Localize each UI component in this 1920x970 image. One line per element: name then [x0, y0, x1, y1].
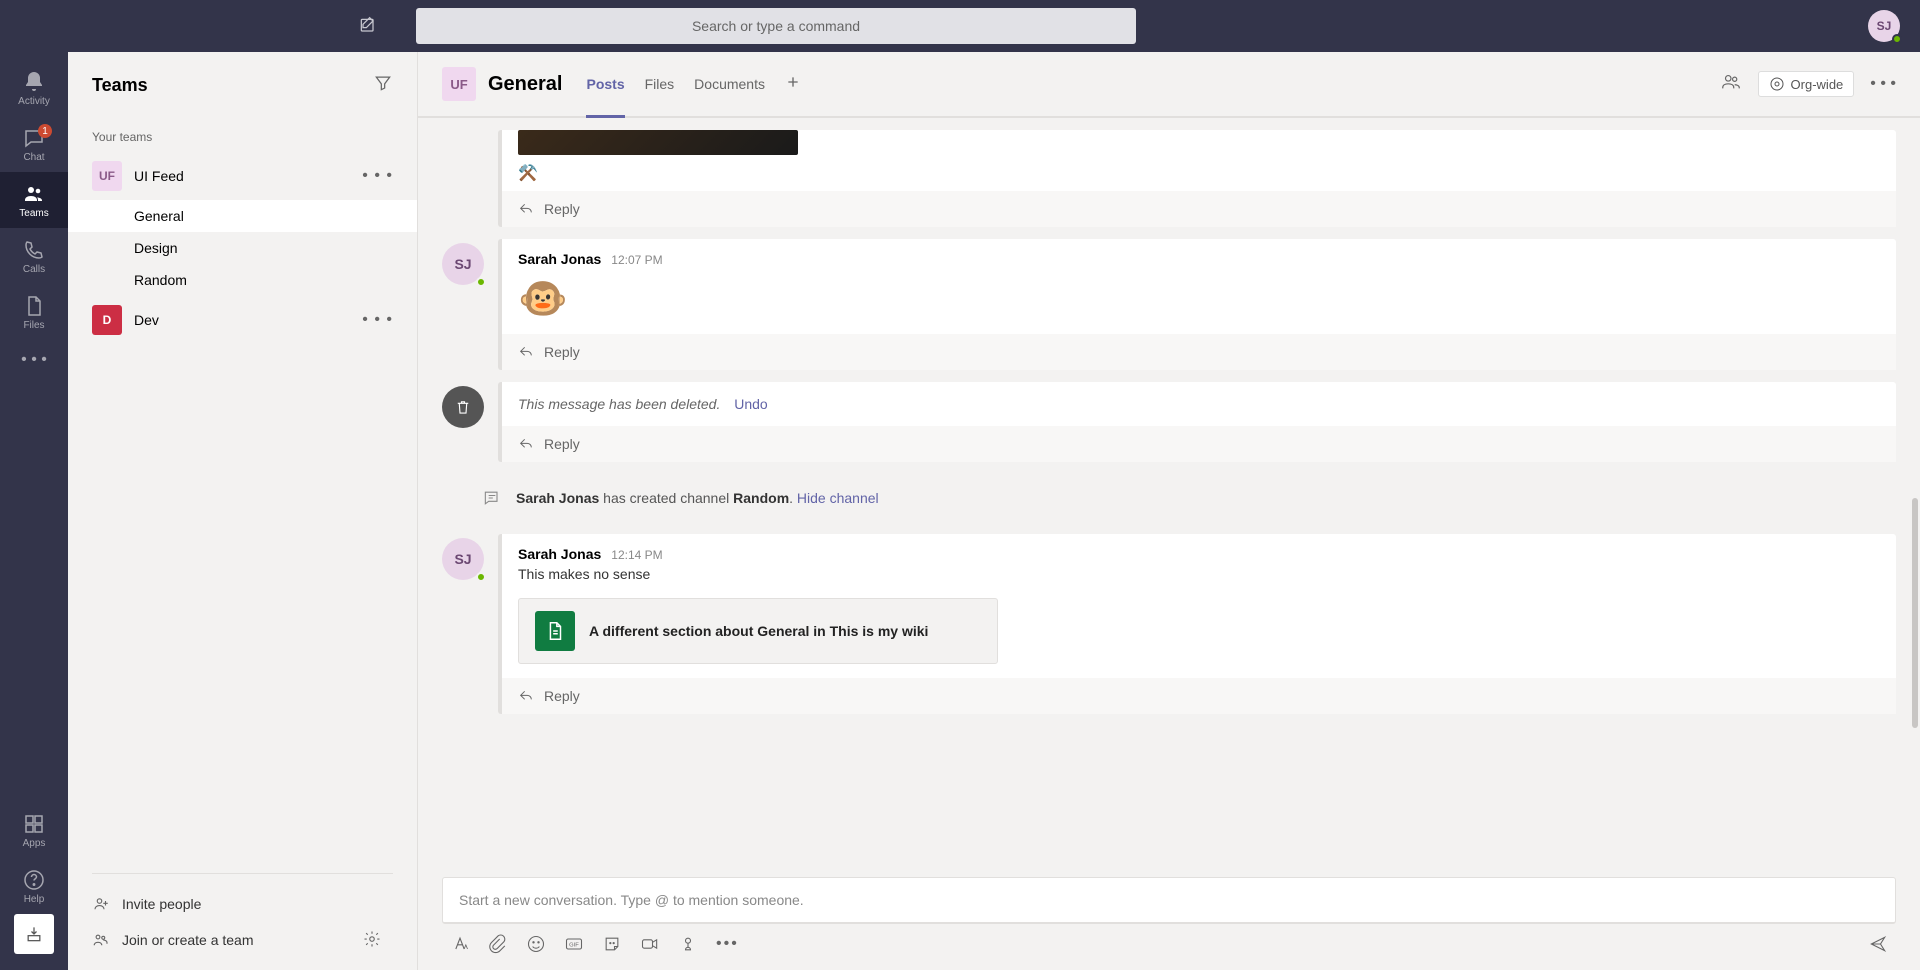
channel-general[interactable]: General — [68, 200, 417, 232]
rail-apps[interactable]: Apps — [0, 802, 68, 858]
profile-initials: SJ — [1877, 19, 1892, 33]
titlebar: Search or type a command SJ — [0, 0, 1920, 52]
compose-button[interactable] — [352, 10, 384, 42]
scrollbar-thumb[interactable] — [1912, 498, 1918, 728]
hide-channel-link[interactable]: Hide channel — [797, 490, 879, 506]
deleted-message-text: This message has been deleted. Undo — [502, 382, 1896, 426]
stream-icon[interactable] — [678, 934, 698, 954]
message-author: Sarah Jonas — [518, 546, 601, 562]
deleted-avatar — [442, 386, 484, 428]
emoji-icon[interactable] — [526, 934, 546, 954]
composer-input[interactable]: Start a new conversation. Type @ to ment… — [442, 877, 1896, 924]
profile-avatar[interactable]: SJ — [1868, 10, 1900, 42]
rail-chat[interactable]: 1 Chat — [0, 116, 68, 172]
composer-area: Start a new conversation. Type @ to ment… — [418, 877, 1920, 970]
meetnow-icon[interactable] — [640, 934, 660, 954]
rail-more[interactable]: • • • — [0, 340, 68, 380]
teams-section-label: Your teams — [68, 122, 417, 152]
team-avatar: UF — [92, 161, 122, 191]
presence-indicator — [476, 277, 486, 287]
tab-posts[interactable]: Posts — [586, 52, 624, 116]
message-body: This makes no sense — [502, 566, 1896, 594]
attach-icon[interactable] — [488, 934, 508, 954]
composer-toolbar: GIF ••• — [442, 924, 1896, 954]
team-name: Dev — [134, 312, 362, 328]
tab-documents[interactable]: Documents — [694, 52, 765, 116]
manage-team-icon[interactable] — [1720, 71, 1742, 98]
rail-activity[interactable]: Activity — [0, 60, 68, 116]
format-icon[interactable] — [450, 934, 470, 954]
channel-team-avatar: UF — [442, 67, 476, 101]
chat-badge: 1 — [38, 124, 52, 138]
presence-indicator — [1892, 34, 1902, 44]
composer-more-icon[interactable]: ••• — [716, 935, 739, 953]
system-message: Sarah Jonas has created channel Random. … — [442, 474, 1896, 522]
channel-random[interactable]: Random — [68, 264, 417, 296]
teams-footer: Invite people Join or create a team — [68, 861, 417, 970]
filter-icon[interactable] — [373, 73, 393, 98]
teams-list: Your teams UF UI Feed • • • General Desi… — [68, 118, 417, 861]
reaction[interactable]: ⚒️ — [502, 163, 1896, 191]
presence-indicator — [476, 572, 486, 582]
message-time: 12:14 PM — [611, 548, 662, 562]
teams-panel: Teams Your teams UF UI Feed • • • Genera… — [68, 52, 418, 970]
attachment-image[interactable] — [518, 130, 798, 155]
team-item-dev[interactable]: D Dev • • • — [68, 296, 417, 344]
channel-design[interactable]: Design — [68, 232, 417, 264]
wiki-attachment[interactable]: A different section about General in Thi… — [518, 598, 998, 664]
channel-more-icon[interactable]: • • • — [1870, 75, 1896, 93]
gif-icon[interactable]: GIF — [564, 934, 584, 954]
org-wide-tag[interactable]: Org-wide — [1758, 71, 1855, 97]
team-avatar: D — [92, 305, 122, 335]
message-avatar[interactable]: SJ — [442, 243, 484, 285]
wiki-icon — [535, 611, 575, 651]
search-input[interactable]: Search or type a command — [416, 8, 1136, 44]
team-item-ui-feed[interactable]: UF UI Feed • • • — [68, 152, 417, 200]
settings-icon[interactable] — [363, 930, 393, 951]
rail-teams[interactable]: Teams — [0, 172, 68, 228]
add-tab-button[interactable] — [785, 74, 801, 95]
team-more-icon[interactable]: • • • — [362, 311, 393, 329]
join-create-team-button[interactable]: Join or create a team — [68, 922, 417, 958]
rail-download[interactable] — [14, 914, 54, 954]
messages-area[interactable]: ⚒️ Reply SJ — [418, 118, 1920, 877]
rail-files[interactable]: Files — [0, 284, 68, 340]
send-button[interactable] — [1868, 934, 1888, 954]
invite-people-button[interactable]: Invite people — [68, 886, 417, 922]
team-name: UI Feed — [134, 168, 362, 184]
channel-header: UF General Posts Files Documents Org-wid… — [418, 52, 1920, 118]
reply-button[interactable]: Reply — [502, 334, 1896, 370]
message-body-emoji: 🐵 — [502, 271, 1896, 334]
tab-files[interactable]: Files — [645, 52, 675, 116]
content-area: UF General Posts Files Documents Org-wid… — [418, 52, 1920, 970]
teams-title: Teams — [92, 75, 148, 96]
reply-button[interactable]: Reply — [502, 191, 1896, 227]
message-avatar[interactable]: SJ — [442, 538, 484, 580]
reply-button[interactable]: Reply — [502, 426, 1896, 462]
channel-tabs: Posts Files Documents — [586, 52, 801, 116]
message-time: 12:07 PM — [611, 253, 662, 267]
svg-text:GIF: GIF — [569, 943, 579, 949]
reply-button[interactable]: Reply — [502, 678, 1896, 714]
undo-link[interactable]: Undo — [734, 396, 767, 412]
rail-calls[interactable]: Calls — [0, 228, 68, 284]
wiki-title: A different section about General in Thi… — [589, 623, 928, 639]
team-more-icon[interactable]: • • • — [362, 167, 393, 185]
sticker-icon[interactable] — [602, 934, 622, 954]
teams-header: Teams — [68, 52, 417, 118]
app-rail: Activity 1 Chat Teams Calls Files • • • … — [0, 52, 68, 970]
rail-help[interactable]: Help — [0, 858, 68, 914]
message-author: Sarah Jonas — [518, 251, 601, 267]
channel-title: General — [488, 73, 562, 96]
